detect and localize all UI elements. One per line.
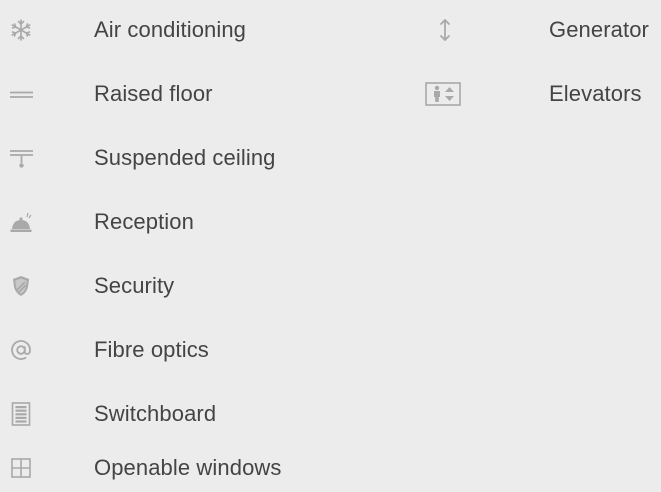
- amenity-raised-floor: Raised floor: [9, 74, 309, 114]
- amenity-label: Elevators: [549, 81, 642, 106]
- amenity-switchboard: Switchboard: [9, 394, 309, 434]
- amenity-label: Reception: [94, 209, 194, 234]
- security-shield-icon: [9, 274, 33, 298]
- amenity-air-conditioning: Air conditioning: [9, 10, 309, 50]
- elevator-icon: [425, 82, 461, 106]
- amenity-label: Air conditioning: [94, 17, 247, 42]
- amenity-suspended-ceiling: Suspended ceiling: [9, 138, 309, 178]
- amenity-fibre-optics: Fibre optics: [9, 330, 309, 370]
- amenity-label: Security: [94, 273, 175, 298]
- amenity-label: Raised floor: [94, 81, 213, 106]
- amenity-generator: Generator: [433, 10, 661, 50]
- amenity-label: Suspended ceiling: [94, 145, 276, 170]
- switchboard-icon: [9, 402, 33, 426]
- amenity-label: Switchboard: [94, 401, 217, 426]
- amenity-security: Security: [9, 266, 309, 306]
- snowflake-icon: [9, 18, 33, 42]
- amenity-label: Generator: [549, 17, 649, 42]
- raised-floor-icon: [9, 82, 33, 106]
- at-sign-icon: [9, 338, 33, 362]
- amenity-reception: Reception: [9, 202, 309, 242]
- amenity-elevators: Elevators: [425, 74, 661, 114]
- amenity-openable-windows: Openable windows: [9, 448, 309, 488]
- amenity-label: Openable windows: [94, 455, 282, 480]
- suspended-ceiling-icon: [9, 146, 33, 170]
- amenities-list: Air conditioning Raised floor Suspended …: [0, 0, 661, 492]
- reception-bell-icon: [9, 210, 33, 234]
- amenity-label: Fibre optics: [94, 337, 209, 362]
- window-icon: [9, 456, 33, 480]
- vertical-arrows-icon: [433, 18, 457, 42]
